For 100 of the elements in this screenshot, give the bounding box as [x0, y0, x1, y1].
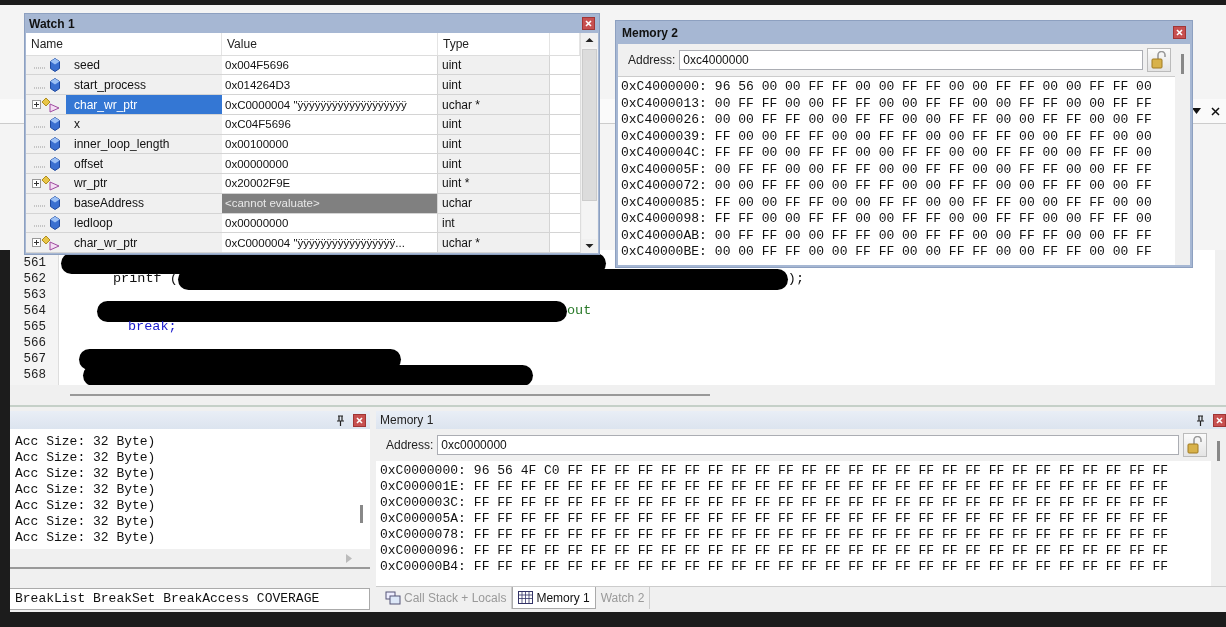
- memory-address: 0xC4000013:: [621, 95, 707, 112]
- column-header[interactable]: Type: [438, 33, 550, 55]
- memory-bytes: FF FF 00 00 FF FF 00 00 FF FF 00 00 FF FF 00 00 FF FF 00: [714, 211, 1152, 228]
- padlock-icon: [1187, 436, 1203, 454]
- column-header[interactable]: Name: [26, 33, 222, 55]
- address-label: Address:: [628, 53, 676, 67]
- tree-line: [34, 126, 46, 129]
- variable-type: uchar: [438, 193, 550, 214]
- close-icon: [1216, 416, 1223, 424]
- memory-bytes: 96 56 4F C0 FF FF FF FF FF FF FF FF FF FF FF FF FF FF FF FF FF FF FF FF FF FF FF FF FF FF: [473, 463, 1169, 479]
- window-title: Watch 1: [29, 16, 75, 31]
- variable-icon: [50, 156, 60, 171]
- memory-address: 0xC4000085:: [621, 194, 707, 211]
- variable-type: uint: [438, 134, 550, 155]
- window-title: Memory 2: [622, 25, 679, 40]
- variable-value: 0x004F5696: [222, 55, 438, 76]
- lock-button[interactable]: [1147, 48, 1171, 72]
- memory-address: 0xC4000039:: [621, 128, 707, 145]
- variable-value: 0x00000000: [222, 213, 438, 234]
- expand-icon[interactable]: [32, 238, 41, 248]
- output-line: Acc Size: 32 Byte): [15, 434, 157, 450]
- memory-bytes: 00 00 FF FF 00 00 FF FF 00 00 FF FF 00 00 FF FF 00 00 FF: [714, 112, 1152, 129]
- stack-icon: [385, 591, 401, 605]
- variable-icon: [50, 77, 60, 92]
- memory-bytes: FF FF FF FF FF FF FF FF FF FF FF FF FF FF FF FF FF FF FF FF FF FF FF FF FF FF FF FF FF FF: [473, 495, 1169, 511]
- close-icon: [585, 20, 592, 27]
- pin-icon[interactable]: [1196, 414, 1205, 426]
- memory-address: 0xC400005F:: [621, 161, 707, 178]
- panel-title: Memory 1: [380, 413, 435, 427]
- panel-tab[interactable]: Memory 1: [512, 587, 596, 609]
- scrollbar-thumb[interactable]: [1217, 441, 1220, 461]
- tree-line: [34, 224, 46, 227]
- memory-address: 0xC000005A:: [380, 511, 466, 527]
- column-header[interactable]: Value: [222, 33, 438, 55]
- variable-type: int: [438, 213, 550, 234]
- variable-type: uint: [438, 154, 550, 175]
- variable-value: <cannot evaluate>: [222, 193, 438, 214]
- scrollbar-thumb[interactable]: [582, 49, 597, 201]
- memory-bytes: FF FF FF FF FF FF FF FF FF FF FF FF FF FF FF FF FF FF FF FF FF FF FF FF FF FF FF FF FF FF: [473, 559, 1169, 575]
- line-number: 564: [22, 303, 47, 319]
- memory-bytes: 00 FF FF 00 00 FF FF 00 00 FF FF 00 00 FF FF 00 00 FF FF: [714, 95, 1152, 112]
- close-icon[interactable]: [1211, 106, 1220, 116]
- variable-type: uint: [438, 55, 550, 76]
- close-icon: [356, 416, 363, 424]
- variable-value: 0xC0000004 "ÿÿÿÿÿÿÿÿÿÿÿÿÿÿÿÿÿ...: [222, 233, 438, 253]
- output-line: Acc Size: 32 Byte): [15, 466, 157, 482]
- close-button[interactable]: [1173, 26, 1186, 39]
- variable-value: 0x00100000: [222, 134, 438, 155]
- expand-icon[interactable]: [32, 178, 41, 188]
- line-number: 561: [22, 255, 47, 271]
- variable-icon: [50, 58, 60, 73]
- variable-icon: [50, 215, 60, 230]
- code-text: printf (: [113, 271, 178, 287]
- memory-address: 0xC40000AB:: [621, 227, 707, 244]
- variable-value: 0xC0000004 "ÿÿÿÿÿÿÿÿÿÿÿÿÿÿÿÿÿÿÿ: [222, 95, 438, 115]
- address-field[interactable]: 0xc0000000: [437, 435, 1179, 455]
- memory-address: 0xC000001E:: [380, 479, 466, 495]
- variable-type: uint: [438, 114, 550, 135]
- close-button[interactable]: [582, 17, 595, 30]
- memory-address: 0xC00000B4:: [380, 559, 466, 575]
- line-number: 562: [22, 271, 47, 287]
- scrollbar[interactable]: [582, 47, 597, 239]
- close-icon: [1176, 29, 1183, 36]
- address-label: Address:: [386, 438, 434, 452]
- variable-value: 0xC04F5696: [222, 114, 438, 135]
- memory-bytes: FF 00 00 FF FF 00 00 FF FF 00 00 FF FF 00 00 FF FF 00 00: [714, 194, 1152, 211]
- memory-bytes: FF FF 00 00 FF FF 00 00 FF FF 00 00 FF FF 00 00 FF FF 00: [714, 145, 1152, 162]
- variable-value: 0x20002F9E: [222, 174, 438, 194]
- address-field[interactable]: 0xc4000000: [679, 50, 1143, 70]
- memory-bytes: 00 00 FF FF 00 00 FF FF 00 00 FF FF 00 00 FF FF 00 00 FF: [714, 178, 1152, 195]
- variable-name[interactable]: char_wr_ptr: [66, 95, 222, 114]
- close-button[interactable]: [353, 413, 366, 427]
- memory-address: 0xC000003C:: [380, 495, 466, 511]
- line-number: 568: [22, 367, 47, 383]
- expand-icon[interactable]: [32, 100, 41, 110]
- output-line: Acc Size: 32 Byte): [15, 530, 157, 546]
- padlock-icon: [1151, 51, 1167, 69]
- memory-address: 0xC0000096:: [380, 543, 466, 559]
- dropdown-arrow-icon[interactable]: [1192, 108, 1201, 114]
- tree-line: [34, 146, 46, 148]
- memory-address: 0xC0000000:: [380, 463, 466, 479]
- variable-icon: [50, 137, 60, 151]
- memory-bytes: 96 56 00 00 FF FF 00 00 FF FF 00 00 FF FF 00 00 FF FF 00: [714, 79, 1152, 96]
- memory-bytes: FF 00 00 FF FF 00 00 FF FF 00 00 FF FF 00 00 FF FF 00 00: [714, 128, 1152, 145]
- memory-bytes: 00 00 FF FF 00 00 FF FF 00 00 FF FF 00 00 FF FF 00 00 FF: [714, 244, 1152, 261]
- output-line: Acc Size: 32 Byte): [15, 450, 157, 466]
- variable-type: uchar *: [438, 95, 550, 115]
- scrollbar-thumb[interactable]: [1181, 54, 1184, 74]
- close-button[interactable]: [1213, 413, 1226, 427]
- memory-bytes: 00 FF FF 00 00 FF FF 00 00 FF FF 00 00 FF FF 00 00 FF FF: [714, 161, 1152, 178]
- scrollbar-thumb[interactable]: [70, 394, 710, 396]
- variable-icon: [50, 196, 60, 211]
- variable-type: uint: [438, 75, 550, 96]
- pin-icon[interactable]: [336, 414, 345, 426]
- scrollbar-thumb[interactable]: [359, 505, 363, 523]
- variable-icon: [50, 117, 60, 132]
- memory-bytes: FF FF FF FF FF FF FF FF FF FF FF FF FF FF FF FF FF FF FF FF FF FF FF FF FF FF FF FF FF FF: [473, 543, 1169, 559]
- lock-button[interactable]: [1183, 433, 1207, 457]
- memory-address: 0xC0000078:: [380, 527, 466, 543]
- memory-bytes: FF FF FF FF FF FF FF FF FF FF FF FF FF FF FF FF FF FF FF FF FF FF FF FF FF FF FF FF FF FF: [473, 511, 1169, 527]
